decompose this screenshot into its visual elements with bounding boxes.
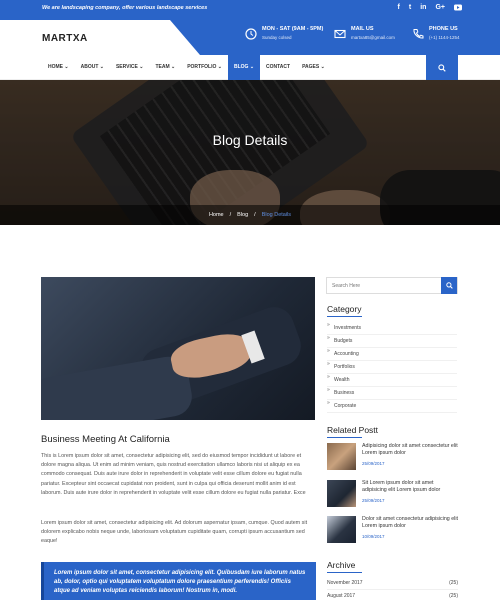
related-post-title[interactable]: Adipisicing dolor sit amet consectetur e… [362, 443, 458, 458]
related-post-date: 10/09/2017 [362, 534, 385, 539]
breadcrumb-home[interactable]: Home [209, 212, 224, 218]
breadcrumb-separator: / [254, 212, 256, 218]
category-item[interactable]: » Budgets [327, 335, 457, 348]
related-post-thumbnail[interactable] [327, 516, 356, 543]
archive-month[interactable]: August 2017 [327, 593, 355, 599]
twitter-icon[interactable]: t [409, 4, 411, 13]
mail-info: MAIL US martxa85@gmail.com [334, 26, 395, 40]
breadcrumb-current: Blog Details [261, 212, 292, 218]
sidebar-search [326, 277, 458, 294]
chevron-down-icon: ⌄ [217, 64, 222, 70]
hours-info: MON - SAT (9AM - 5PM) Sunday colsed [245, 26, 323, 40]
related-post-date: 25/09/2017 [362, 461, 385, 466]
category-item[interactable]: » Wealth [327, 374, 457, 387]
related-post-title[interactable]: Sit Lorem ipsum dolor sit amet adipisici… [362, 480, 458, 495]
phone-title: PHONE US [429, 26, 458, 32]
chevron-down-icon: ⌄ [249, 64, 255, 70]
breadcrumb-blog[interactable]: Blog [237, 212, 248, 218]
post-featured-image [41, 277, 315, 420]
archive-item[interactable]: November 2017 (25) [327, 578, 458, 590]
nav-item-contact[interactable]: CONTACT [260, 55, 296, 80]
chevron-down-icon: ⌄ [139, 64, 144, 70]
social-links: f t in G+ [398, 4, 462, 13]
phone-info: PHONE US (+1) 1144-1254 [412, 26, 460, 40]
category-item[interactable]: » Corporate [327, 400, 457, 413]
category-item[interactable]: » Business [327, 387, 457, 400]
hours-sub: Sunday colsed [262, 35, 292, 40]
archive-heading: Archive [327, 560, 356, 570]
nav-item-pages[interactable]: PAGES ⌄ [296, 55, 331, 80]
related-post-date: 25/09/2017 [362, 498, 385, 503]
nav-items: HOME ⌄ ABOUT ⌄ SERVICE ⌄ TEAM ⌄ PORTFOLI… [42, 55, 331, 80]
nav-item-team[interactable]: TEAM ⌄ [149, 55, 181, 80]
related-post[interactable]: Dolor sit amet consectetur adipisicing e… [327, 516, 458, 546]
nav-item-portfolio[interactable]: PORTFOLIO ⌄ [181, 55, 228, 80]
archive-month[interactable]: November 2017 [327, 580, 363, 586]
post-title: Business Meeting At California [41, 434, 170, 445]
mail-icon [334, 29, 346, 39]
search-icon [445, 282, 453, 289]
clock-icon [245, 28, 257, 40]
archive-item[interactable]: August 2017 (25) [327, 591, 458, 600]
breadcrumb: Home / Blog / Blog Details [0, 205, 500, 225]
chevron-down-icon: ⌄ [64, 64, 69, 70]
search-button[interactable] [441, 277, 457, 294]
page-banner: Blog Details Home / Blog / Blog Details [0, 80, 500, 225]
category-heading: Category [327, 304, 362, 314]
main-nav: HOME ⌄ ABOUT ⌄ SERVICE ⌄ TEAM ⌄ PORTFOLI… [0, 55, 500, 80]
site-logo[interactable]: MARTXA [42, 33, 88, 44]
top-bar: We are landscaping company, offer variou… [0, 0, 500, 20]
nav-item-blog[interactable]: BLOG ⌄ [227, 55, 261, 80]
mail-title: MAIL US [351, 26, 374, 32]
nav-item-home[interactable]: HOME ⌄ [42, 55, 75, 80]
search-input[interactable] [327, 278, 441, 293]
banner-overlay [0, 80, 500, 225]
company-tagline: We are landscaping company, offer variou… [42, 5, 208, 11]
hours-title: MON - SAT (9AM - 5PM) [262, 26, 324, 32]
chevron-down-icon: ⌄ [171, 64, 176, 70]
archive-count: (25) [449, 580, 458, 586]
phone-number[interactable]: (+1) 1144-1254 [429, 35, 460, 40]
category-item[interactable]: » Accounting [327, 348, 457, 361]
category-item[interactable]: » Portfolios [327, 361, 457, 374]
facebook-icon[interactable]: f [398, 4, 400, 13]
chevron-down-icon: ⌄ [320, 64, 325, 70]
youtube-icon[interactable] [454, 4, 462, 13]
post-blockquote: Lorem ipsum dolor sit amet, consectetur … [41, 562, 316, 600]
heading-underline [327, 437, 362, 438]
page-title: Blog Details [212, 132, 288, 148]
category-item[interactable]: » Investments [327, 322, 457, 335]
nav-search-button[interactable] [426, 55, 458, 80]
phone-icon [413, 29, 424, 39]
nav-item-service[interactable]: SERVICE ⌄ [110, 55, 149, 80]
nav-item-about[interactable]: ABOUT ⌄ [75, 55, 110, 80]
related-post-thumbnail[interactable] [327, 443, 356, 470]
related-heading: Related Postt [327, 425, 379, 435]
breadcrumb-separator: / [229, 212, 232, 218]
heading-underline [327, 572, 362, 573]
mail-address[interactable]: martxa85@gmail.com [351, 35, 395, 40]
related-post[interactable]: Sit Lorem ipsum dolor sit amet adipisici… [327, 480, 458, 510]
search-icon [438, 63, 446, 72]
archive-count: (25) [449, 593, 458, 599]
related-post-title[interactable]: Dolor sit amet consectetur adipisicing e… [362, 516, 458, 531]
post-paragraph: This is Lorem ipsum dolor sit amet, cons… [41, 453, 306, 496]
post-paragraph: Lorem ipsum dolor sit amet, consectetur … [41, 520, 308, 545]
chevron-down-icon: ⌄ [99, 64, 104, 70]
related-post[interactable]: Adipisicing dolor sit amet consectetur e… [327, 443, 458, 473]
google-plus-icon[interactable]: G+ [435, 4, 445, 13]
related-post-thumbnail[interactable] [327, 480, 356, 507]
linkedin-icon[interactable]: in [420, 4, 426, 13]
heading-underline [327, 316, 362, 317]
site-header: MARTXA MON - SAT (9AM - 5PM) Sunday cols… [0, 20, 500, 55]
